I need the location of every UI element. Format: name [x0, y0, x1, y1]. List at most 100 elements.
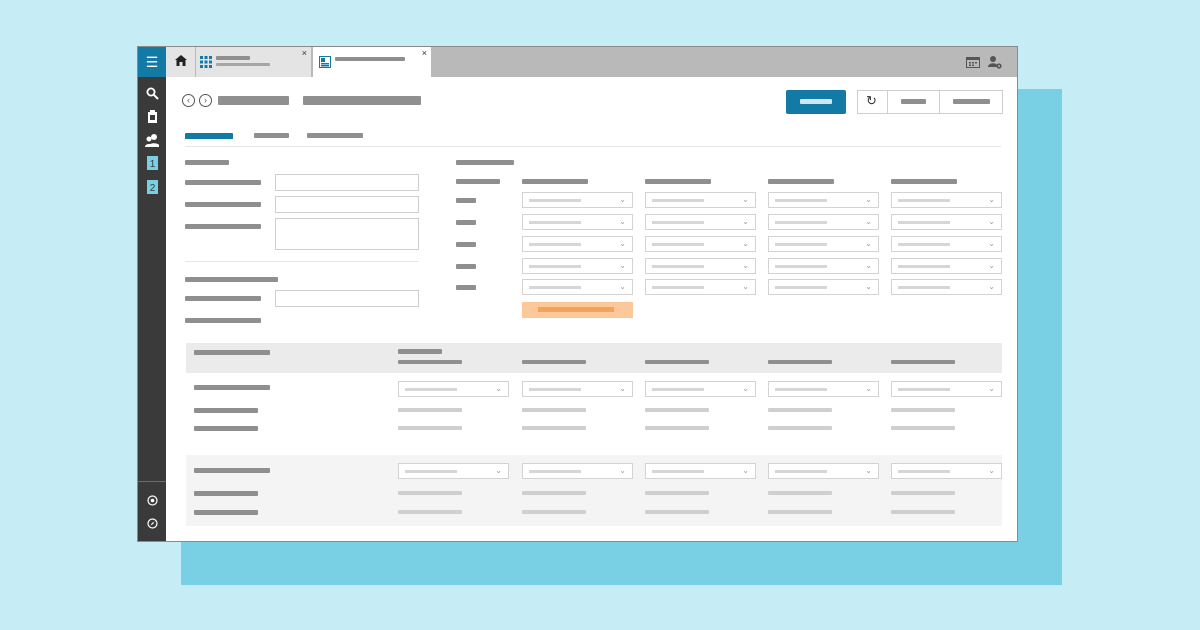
- form-divider: [185, 261, 419, 262]
- dropdown-select[interactable]: ⌄: [645, 192, 756, 208]
- users-icon[interactable]: [145, 133, 159, 147]
- cell-value-placeholder: [645, 408, 709, 412]
- text-input[interactable]: [275, 174, 419, 191]
- dropdown-select[interactable]: ⌄: [768, 214, 879, 230]
- home-tab[interactable]: [166, 47, 195, 77]
- row-label: [194, 408, 258, 413]
- group-label: [194, 468, 270, 473]
- chevron-down-icon: ⌄: [988, 261, 995, 270]
- tab-2[interactable]: [254, 133, 289, 138]
- dropdown-value-placeholder: [898, 199, 950, 202]
- close-icon[interactable]: ×: [302, 49, 307, 58]
- svg-text:1: 1: [149, 159, 155, 170]
- text-input[interactable]: [275, 290, 419, 307]
- dropdown-value-placeholder: [775, 199, 827, 202]
- dropdown-select[interactable]: ⌄: [398, 381, 509, 397]
- dropdown-select[interactable]: ⌄: [522, 258, 633, 274]
- dropdown-select[interactable]: ⌄: [891, 214, 1002, 230]
- user-settings-icon[interactable]: [988, 55, 1002, 69]
- dropdown-select[interactable]: ⌄: [645, 258, 756, 274]
- dropdown-value-placeholder: [529, 221, 581, 224]
- forward-icon[interactable]: ›: [199, 94, 212, 107]
- app-window: ☰ 1 2 × × ‹ › ↻ ⌄ ⌄ ⌄ ⌄ ⌄ ⌄ ⌄ ⌄ ⌄ ⌄ ⌄ ⌄ …: [137, 46, 1018, 542]
- dropdown-select[interactable]: ⌄: [645, 463, 756, 479]
- document-2-icon[interactable]: 2: [145, 180, 159, 194]
- dropdown-value-placeholder: [775, 470, 827, 473]
- chevron-down-icon: ⌄: [619, 261, 626, 270]
- row-label: [456, 264, 476, 269]
- dropdown-value-placeholder: [898, 388, 950, 391]
- compass-icon[interactable]: [145, 516, 159, 530]
- cell-value-placeholder: [768, 510, 832, 514]
- dropdown-select[interactable]: ⌄: [645, 236, 756, 252]
- tab-title-placeholder: [216, 56, 250, 60]
- chevron-down-icon: ⌄: [865, 384, 872, 393]
- chevron-down-icon: ⌄: [742, 261, 749, 270]
- dropdown-select[interactable]: ⌄: [645, 214, 756, 230]
- warning-action-button[interactable]: [522, 302, 633, 318]
- column-header: [768, 179, 834, 184]
- dropdown-select[interactable]: ⌄: [768, 279, 879, 295]
- hamburger-icon[interactable]: ☰: [138, 47, 166, 77]
- dropdown-select[interactable]: ⌄: [522, 214, 633, 230]
- calendar-icon[interactable]: [966, 55, 980, 69]
- dropdown-select[interactable]: ⌄: [522, 463, 633, 479]
- row-label: [194, 491, 258, 496]
- table-header-label: [645, 360, 709, 364]
- toolbar-action-button[interactable]: [940, 91, 1002, 113]
- cell-value-placeholder: [522, 491, 586, 495]
- dropdown-select[interactable]: ⌄: [891, 192, 1002, 208]
- dropdown-value-placeholder: [898, 286, 950, 289]
- column-header: [891, 179, 957, 184]
- text-input[interactable]: [275, 196, 419, 213]
- chevron-down-icon: ⌄: [988, 466, 995, 475]
- svg-text:2: 2: [149, 183, 155, 194]
- table-header-band: [186, 343, 1002, 373]
- chevron-down-icon: ⌄: [742, 239, 749, 248]
- dropdown-select[interactable]: ⌄: [522, 236, 633, 252]
- row-label: [194, 510, 258, 515]
- search-icon[interactable]: [145, 86, 159, 100]
- row-label: [456, 242, 476, 247]
- tab-title-placeholder: [335, 57, 405, 61]
- tab-form-app[interactable]: ×: [313, 47, 431, 77]
- settings-icon[interactable]: [145, 493, 159, 507]
- record-title-placeholder: [218, 96, 289, 105]
- dropdown-select[interactable]: ⌄: [891, 236, 1002, 252]
- textarea-input[interactable]: [275, 218, 419, 250]
- close-icon[interactable]: ×: [422, 49, 427, 58]
- field-label: [185, 180, 261, 185]
- dropdown-select[interactable]: ⌄: [768, 463, 879, 479]
- dropdown-select[interactable]: ⌄: [645, 279, 756, 295]
- dropdown-value-placeholder: [652, 265, 704, 268]
- back-icon[interactable]: ‹: [182, 94, 195, 107]
- dropdown-select[interactable]: ⌄: [768, 236, 879, 252]
- dropdown-value-placeholder: [898, 221, 950, 224]
- toolbar-action-button[interactable]: [888, 91, 940, 113]
- row-label: [456, 198, 476, 203]
- table-header-label: [398, 360, 462, 364]
- dropdown-select[interactable]: ⌄: [398, 463, 509, 479]
- document-1-icon[interactable]: 1: [145, 156, 159, 170]
- chevron-down-icon: ⌄: [742, 282, 749, 291]
- dropdown-select[interactable]: ⌄: [891, 463, 1002, 479]
- chevron-down-icon: ⌄: [865, 261, 872, 270]
- dropdown-select[interactable]: ⌄: [768, 381, 879, 397]
- primary-action-button[interactable]: [786, 90, 846, 114]
- dropdown-select[interactable]: ⌄: [522, 192, 633, 208]
- dropdown-select[interactable]: ⌄: [891, 381, 1002, 397]
- tab-grid-app[interactable]: ×: [196, 47, 311, 77]
- dropdown-select[interactable]: ⌄: [891, 258, 1002, 274]
- clipboard-icon[interactable]: [145, 109, 159, 123]
- dropdown-select[interactable]: ⌄: [768, 258, 879, 274]
- tab-1[interactable]: [185, 133, 233, 139]
- dropdown-select[interactable]: ⌄: [522, 279, 633, 295]
- refresh-button[interactable]: ↻: [858, 91, 888, 113]
- cell-value-placeholder: [645, 426, 709, 430]
- cell-value-placeholder: [768, 408, 832, 412]
- tab-3[interactable]: [307, 133, 363, 138]
- dropdown-select[interactable]: ⌄: [645, 381, 756, 397]
- dropdown-select[interactable]: ⌄: [891, 279, 1002, 295]
- dropdown-select[interactable]: ⌄: [768, 192, 879, 208]
- dropdown-select[interactable]: ⌄: [522, 381, 633, 397]
